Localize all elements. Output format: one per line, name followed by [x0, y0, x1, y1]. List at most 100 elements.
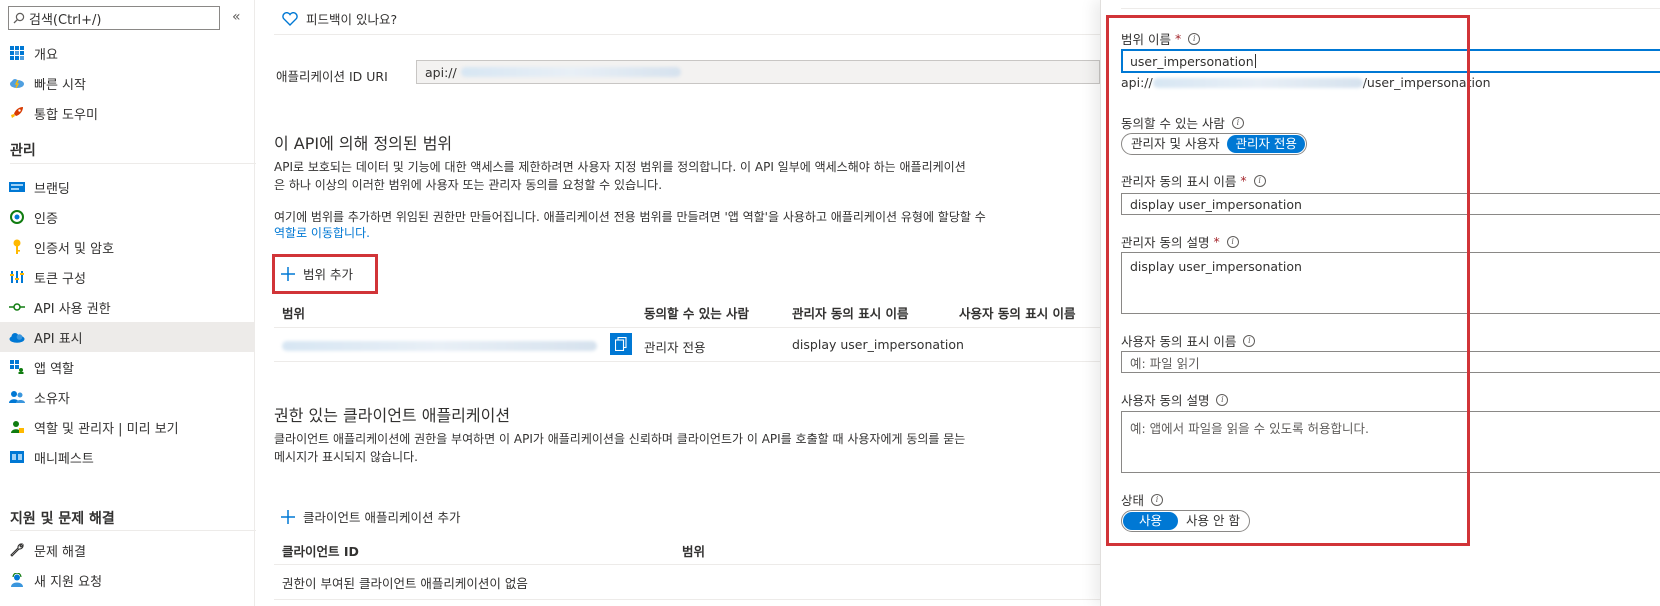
sidebar-item-label: 인증	[34, 211, 58, 227]
state-toggle[interactable]: 사용 사용 안 함	[1121, 510, 1250, 532]
label-text: 관리자 동의 설명	[1121, 235, 1210, 250]
sidebar-item-authentication[interactable]: 인증	[0, 202, 254, 232]
option-admins-only[interactable]: 관리자 전용	[1227, 135, 1305, 153]
clients-section-title: 권한 있는 클라이언트 애플리케이션	[274, 406, 511, 425]
user-display-name-input[interactable]: 예: 파일 읽기	[1121, 351, 1660, 373]
option-enabled[interactable]: 사용	[1123, 512, 1179, 530]
label-text: 상태	[1121, 493, 1145, 508]
input-value: user_impersonation	[1130, 53, 1254, 69]
sidebar-item-overview[interactable]: 개요	[0, 38, 254, 68]
search-placeholder: 검색(Ctrl+/)	[29, 12, 102, 28]
sidebar-item-owners[interactable]: 소유자	[0, 382, 254, 412]
sidebar-item-branding[interactable]: 브랜딩	[0, 172, 254, 202]
manifest-icon	[9, 449, 25, 465]
who-can-consent-toggle[interactable]: 관리자 및 사용자 관리자 전용	[1121, 133, 1307, 155]
sidebar-item-app-roles[interactable]: 앱 역할	[0, 352, 254, 382]
th-client-id: 클라이언트 ID	[282, 544, 359, 559]
sidebar-item-expose-api[interactable]: API 표시	[0, 322, 254, 352]
cloud-icon	[9, 329, 25, 345]
app-id-uri-field[interactable]: api://	[416, 60, 1100, 84]
label-text: 관리자 동의 표시 이름	[1121, 174, 1237, 189]
redacted-uri	[460, 67, 681, 77]
sidebar-item-label: 통합 도우미	[34, 107, 98, 123]
plus-icon	[281, 266, 295, 281]
sidebar-item-quickstart[interactable]: 빠른 시작	[0, 68, 254, 98]
info-icon[interactable]: i	[1226, 235, 1239, 248]
sidebar-item-label: 브랜딩	[34, 181, 70, 197]
sidebar-item-certificates[interactable]: 인증서 및 암호	[0, 232, 254, 262]
app-roles-link[interactable]: 역할로 이동합니다.	[274, 224, 370, 242]
key-icon	[9, 239, 25, 255]
redacted-scope-uri	[282, 341, 597, 351]
sidebar-item-label: 빠른 시작	[34, 77, 86, 93]
divider	[10, 530, 265, 531]
app-id-uri-value: api://	[425, 64, 457, 80]
rocket-icon	[9, 105, 25, 121]
scope-name-input[interactable]: user_impersonation	[1121, 49, 1660, 73]
sidebar-item-label: API 사용 권한	[34, 301, 111, 317]
app-roles-icon	[9, 359, 25, 375]
info-icon[interactable]: i	[1243, 334, 1256, 347]
plus-icon	[281, 509, 295, 524]
sidebar-item-troubleshooting[interactable]: 문제 해결	[0, 535, 254, 565]
label-text: 범위 이름	[1121, 32, 1171, 47]
main-content: 피드백이 있나요? 애플리케이션 ID URI api:// 이 API에 의해…	[256, 0, 1100, 606]
text-cursor	[1254, 54, 1256, 68]
feedback-link[interactable]: 피드백이 있나요?	[282, 9, 397, 28]
required-mark: *	[1174, 31, 1182, 46]
scopes-section-title: 이 API에 의해 정의된 범위	[274, 134, 453, 153]
required-mark: *	[1213, 234, 1220, 249]
user-description-textarea[interactable]: 예: 앱에서 파일을 읽을 수 있도록 허용합니다.	[1121, 411, 1660, 473]
client-empty-message: 권한이 부여된 클라이언트 애플리케이션이 없음	[282, 576, 528, 591]
feedback-text: 피드백이 있나요?	[306, 12, 398, 27]
section-header-support: 지원 및 문제 해결	[10, 511, 115, 527]
th-who-can-consent: 동의할 수 있는 사람	[644, 306, 750, 321]
row-who-can-consent: 관리자 전용	[644, 340, 706, 355]
app-id-uri-label: 애플리케이션 ID URI	[276, 69, 388, 84]
admin-display-name-input[interactable]: display user_impersonation	[1121, 193, 1660, 215]
add-scope-button[interactable]: 범위 추가	[281, 264, 353, 283]
search-box[interactable]: 검색(Ctrl+/)	[8, 6, 220, 30]
support-person-icon	[9, 572, 25, 588]
branding-icon	[9, 179, 25, 195]
sidebar-item-label: 문제 해결	[34, 544, 86, 560]
divider	[274, 327, 1100, 328]
info-icon[interactable]: i	[1231, 116, 1244, 129]
sidebar-item-label: 역할 및 관리자 | 미리 보기	[34, 421, 179, 437]
info-icon[interactable]: i	[1151, 493, 1164, 506]
option-admins-users[interactable]: 관리자 및 사용자	[1123, 135, 1227, 153]
info-icon[interactable]: i	[1188, 32, 1201, 45]
sidebar-item-new-support-request[interactable]: 새 지원 요청	[0, 565, 254, 595]
collapse-sidebar-icon[interactable]: «	[232, 9, 241, 25]
textarea-placeholder: 예: 앱에서 파일을 읽을 수 있도록 허용합니다.	[1130, 421, 1370, 436]
sidebar-item-roles-admins[interactable]: 역할 및 관리자 | 미리 보기	[0, 412, 254, 442]
scopes-description-line2: 은 하나 이상의 이러한 범위에 사용자 또는 관리자 동의를 요청할 수 있습…	[274, 178, 663, 192]
sidebar-item-label: 소유자	[34, 391, 70, 407]
add-client-app-button[interactable]: 클라이언트 애플리케이션 추가	[281, 507, 460, 526]
divider	[10, 163, 265, 164]
sidebar-item-label: 토큰 구성	[34, 271, 86, 287]
sidebar-item-token-configuration[interactable]: 토큰 구성	[0, 262, 254, 292]
th-user-display: 사용자 동의 표시 이름	[959, 306, 1076, 321]
info-icon[interactable]: i	[1216, 393, 1229, 406]
token-bars-icon	[9, 269, 25, 285]
info-icon[interactable]: i	[1253, 174, 1266, 187]
sidebar-item-label: 새 지원 요청	[34, 574, 103, 590]
divider	[274, 34, 1100, 35]
sidebar-item-manifest[interactable]: 매니페스트	[0, 442, 254, 472]
divider	[274, 564, 1100, 565]
option-disabled[interactable]: 사용 안 함	[1178, 512, 1248, 530]
copy-button[interactable]	[610, 333, 632, 355]
divider	[1121, 8, 1660, 9]
scopes-description-line1: API로 보호되는 데이터 및 기능에 대한 액세스를 제한하려면 사용자 지정…	[274, 160, 966, 174]
owners-icon	[9, 389, 25, 405]
th-client-scope: 범위	[682, 544, 706, 559]
th-scope: 범위	[282, 306, 306, 321]
sidebar-item-integration-assistant[interactable]: 통합 도우미	[0, 98, 254, 128]
wrench-icon	[9, 542, 25, 558]
admin-description-textarea[interactable]: display user_impersonation	[1121, 252, 1660, 314]
scope-name-label: 범위 이름 * i	[1121, 29, 1201, 48]
admin-display-name-label: 관리자 동의 표시 이름 * i	[1121, 171, 1266, 190]
cloud-lightning-icon	[9, 75, 25, 91]
sidebar-item-api-permissions[interactable]: API 사용 권한	[0, 292, 254, 322]
